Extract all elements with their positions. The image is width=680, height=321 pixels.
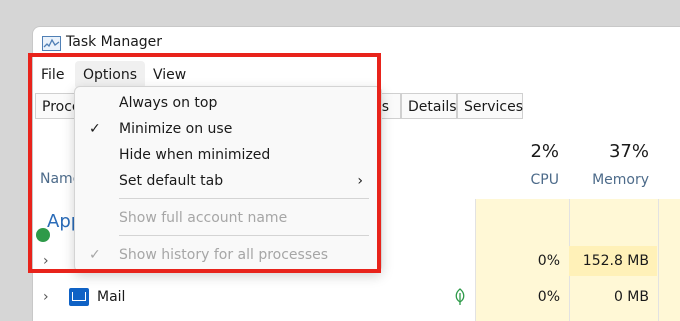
window-title: Task Manager (66, 34, 163, 50)
menu-item-set-default-tab[interactable]: Set default tab › (75, 168, 381, 194)
check-icon: ✓ (89, 121, 101, 137)
menu-item-label: Show full account name (119, 210, 288, 226)
menu-separator (119, 198, 369, 199)
process-row-mail[interactable]: › Mail 0% 0 MB (33, 282, 680, 312)
process-name: Mail (97, 289, 126, 305)
menu-item-minimize-on-use[interactable]: ✓ Minimize on use (75, 116, 381, 142)
menu-file[interactable]: File (33, 61, 72, 89)
check-icon: ✓ (89, 247, 101, 263)
memory-percent[interactable]: 37% (589, 141, 649, 162)
menu-item-label: Set default tab (119, 173, 224, 189)
chevron-right-icon[interactable]: › (43, 246, 49, 276)
menu-options[interactable]: Options (75, 61, 146, 89)
mail-icon (69, 288, 89, 306)
title-bar: Task Manager (33, 27, 680, 61)
leaf-icon (455, 288, 465, 305)
app-status-icon (36, 228, 50, 242)
task-manager-icon (42, 36, 61, 51)
cpu-cell: 0% (537, 253, 560, 269)
menu-item-label: Show history for all processes (119, 247, 329, 263)
menu-item-show-history[interactable]: ✓ Show history for all processes (75, 242, 381, 268)
menu-item-label: Hide when minimized (119, 147, 271, 163)
tab-services[interactable]: Services (457, 93, 523, 119)
menu-item-always-on-top[interactable]: Always on top (75, 90, 381, 116)
cpu-cell: 0% (537, 289, 560, 305)
menu-item-hide-when-minimized[interactable]: Hide when minimized (75, 142, 381, 168)
menu-separator (119, 235, 369, 236)
tab-details[interactable]: Details (401, 93, 457, 119)
menu-item-show-full-account-name[interactable]: Show full account name (75, 205, 381, 231)
menu-item-label: Always on top (119, 95, 218, 111)
chevron-right-icon: › (357, 173, 363, 189)
cpu-percent[interactable]: 2% (503, 141, 559, 162)
options-menu: Always on top ✓ Minimize on use Hide whe… (74, 86, 382, 272)
menu-bar: File Options View (33, 61, 680, 89)
memory-header-label[interactable]: Memory (585, 172, 649, 188)
cpu-header-label[interactable]: CPU (503, 172, 559, 188)
menu-item-label: Minimize on use (119, 121, 233, 137)
memory-cell: 152.8 MB (569, 246, 657, 276)
chevron-right-icon[interactable]: › (43, 282, 49, 312)
memory-cell: 0 MB (613, 289, 649, 305)
menu-view[interactable]: View (145, 61, 194, 89)
